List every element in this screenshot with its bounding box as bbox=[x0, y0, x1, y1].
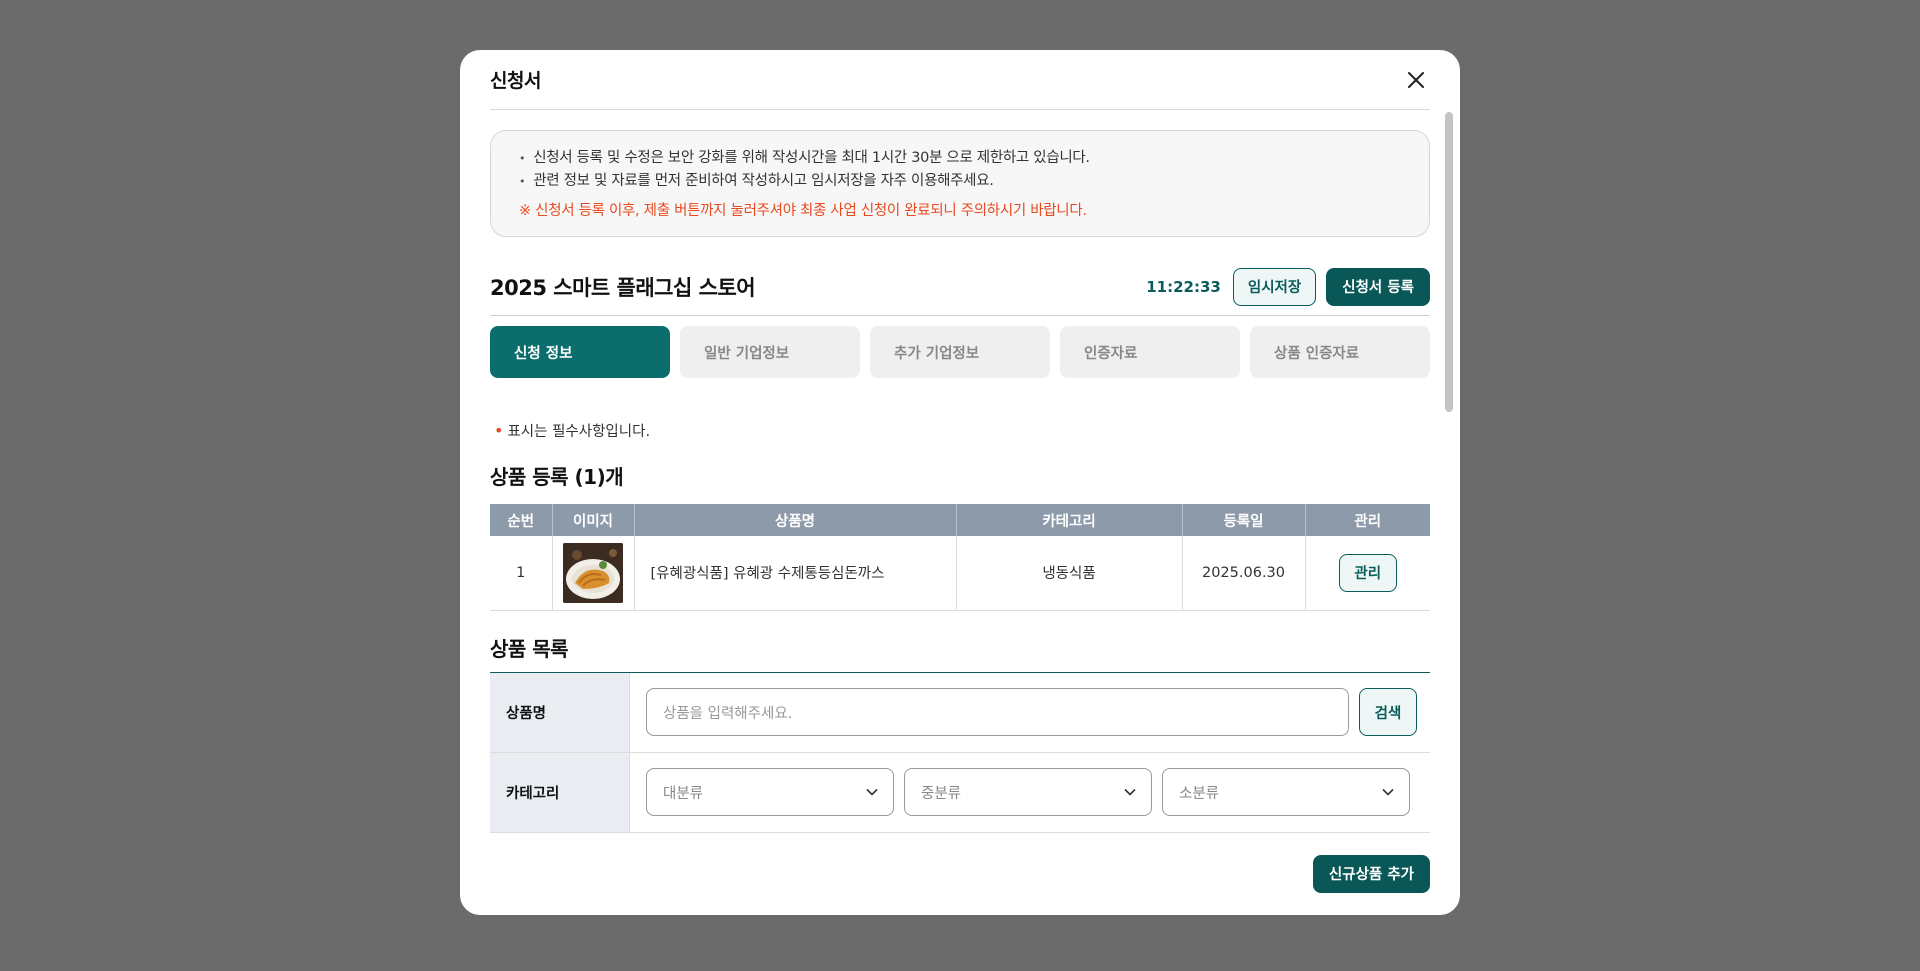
modal-title: 신청서 bbox=[490, 70, 541, 92]
required-note: • 표시는 필수사항입니다. bbox=[490, 420, 1430, 441]
product-name-field: 상품을 입력해주세요. 검색 bbox=[630, 673, 1430, 752]
notice-line: 관련 정보 및 자료를 먼저 준비하여 작성하시고 임시저장을 자주 이용해주세… bbox=[519, 170, 1401, 193]
column-header: 이미지 bbox=[552, 504, 635, 536]
close-icon[interactable] bbox=[1402, 66, 1430, 94]
notice-warning: ※ 신청서 등록 이후, 제출 버튼까지 눌러주셔야 최종 사업 신청이 완료되… bbox=[519, 203, 1087, 219]
required-star-icon: • bbox=[494, 421, 504, 440]
chevron-down-icon bbox=[1382, 788, 1394, 796]
session-timer: 11:22:33 bbox=[1146, 277, 1221, 296]
select-value: 중분류 bbox=[921, 785, 962, 802]
modal-body: 신청서 등록 및 수정은 보안 강화를 위해 작성시간을 최대 1시간 30분 … bbox=[490, 130, 1430, 893]
product-image bbox=[563, 542, 623, 603]
tab-certification[interactable]: 인증자료 bbox=[1060, 326, 1240, 378]
product-name: [유혜광식품] 유혜광 수제통등심돈까스 bbox=[634, 536, 957, 611]
manage-button[interactable]: 관리 bbox=[1338, 553, 1397, 592]
chevron-down-icon bbox=[1124, 788, 1136, 796]
project-header: 2025 스마트 플래그십 스토어 11:22:33 임시저장 신청서 등록 bbox=[490, 262, 1430, 316]
filter-row-category: 카테고리 대분류 중분류 소분류 bbox=[490, 752, 1430, 833]
product-search-input[interactable]: 상품을 입력해주세요. bbox=[646, 688, 1349, 736]
filter-row-name: 상품명 상품을 입력해주세요. 검색 bbox=[490, 672, 1430, 753]
category-major-select[interactable]: 대분류 bbox=[646, 768, 894, 816]
table-header-row: 순번 이미지 상품명 카테고리 등록일 관리 bbox=[490, 504, 1430, 536]
temp-save-button[interactable]: 임시저장 bbox=[1232, 267, 1317, 306]
add-new-product-button[interactable]: 신규상품 추가 bbox=[1312, 854, 1430, 893]
registration-table: 순번 이미지 상품명 카테고리 등록일 관리 1 [유혜광식품] 유혜광 수제통… bbox=[490, 504, 1430, 611]
category-minor-select[interactable]: 소분류 bbox=[1162, 768, 1410, 816]
registered-date: 2025.06.30 bbox=[1182, 536, 1306, 611]
step-tabs: 신청 정보 일반 기업정보 추가 기업정보 인증자료 상품 인증자료 bbox=[490, 326, 1430, 378]
required-note-text: 표시는 필수사항입니다. bbox=[507, 424, 651, 440]
notice-box: 신청서 등록 및 수정은 보안 강화를 위해 작성시간을 최대 1시간 30분 … bbox=[490, 130, 1430, 237]
manage-cell: 관리 bbox=[1305, 536, 1430, 611]
category-label: 카테고리 bbox=[490, 752, 630, 832]
row-number: 1 bbox=[490, 536, 553, 611]
column-header: 카테고리 bbox=[956, 504, 1183, 536]
product-filter: 상품명 상품을 입력해주세요. 검색 카테고리 대분류 중분류 소분류 bbox=[490, 671, 1430, 833]
product-list-title: 상품 목록 bbox=[490, 636, 569, 661]
product-name-label: 상품명 bbox=[490, 672, 630, 752]
project-actions: 11:22:33 임시저장 신청서 등록 bbox=[1146, 267, 1430, 306]
product-image-cell bbox=[552, 536, 635, 611]
modal-header: 신청서 bbox=[490, 50, 1430, 110]
registration-title: 상품 등록 (1)개 bbox=[490, 465, 624, 489]
column-header: 관리 bbox=[1305, 504, 1430, 536]
category-field: 대분류 중분류 소분류 bbox=[630, 753, 1430, 832]
tab-product-certification[interactable]: 상품 인증자료 bbox=[1250, 326, 1430, 378]
project-title: 2025 스마트 플래그십 스토어 bbox=[490, 275, 756, 300]
product-category: 냉동식품 bbox=[956, 536, 1183, 611]
register-application-button[interactable]: 신청서 등록 bbox=[1326, 267, 1430, 306]
table-row: 1 [유혜광식품] 유혜광 수제통등심돈까스 냉동식품 2025.06.30 관… bbox=[490, 536, 1430, 611]
scrollbar-thumb[interactable] bbox=[1445, 112, 1453, 412]
search-button[interactable]: 검색 bbox=[1359, 688, 1417, 736]
column-header: 순번 bbox=[490, 504, 553, 536]
tab-additional-company-info[interactable]: 추가 기업정보 bbox=[870, 326, 1050, 378]
application-modal: 신청서 신청서 등록 및 수정은 보안 강화를 위해 작성시간을 최대 1시간 … bbox=[460, 50, 1460, 915]
tab-application-info[interactable]: 신청 정보 bbox=[490, 326, 670, 378]
tab-general-company-info[interactable]: 일반 기업정보 bbox=[680, 326, 860, 378]
footer-actions: 신규상품 추가 bbox=[490, 854, 1430, 893]
notice-line: 신청서 등록 및 수정은 보안 강화를 위해 작성시간을 최대 1시간 30분 … bbox=[519, 147, 1401, 170]
chevron-down-icon bbox=[866, 788, 878, 796]
scrollbar[interactable] bbox=[1444, 110, 1454, 710]
column-header: 상품명 bbox=[634, 504, 957, 536]
category-middle-select[interactable]: 중분류 bbox=[904, 768, 1152, 816]
select-value: 대분류 bbox=[663, 785, 704, 802]
select-value: 소분류 bbox=[1179, 785, 1220, 802]
column-header: 등록일 bbox=[1182, 504, 1306, 536]
